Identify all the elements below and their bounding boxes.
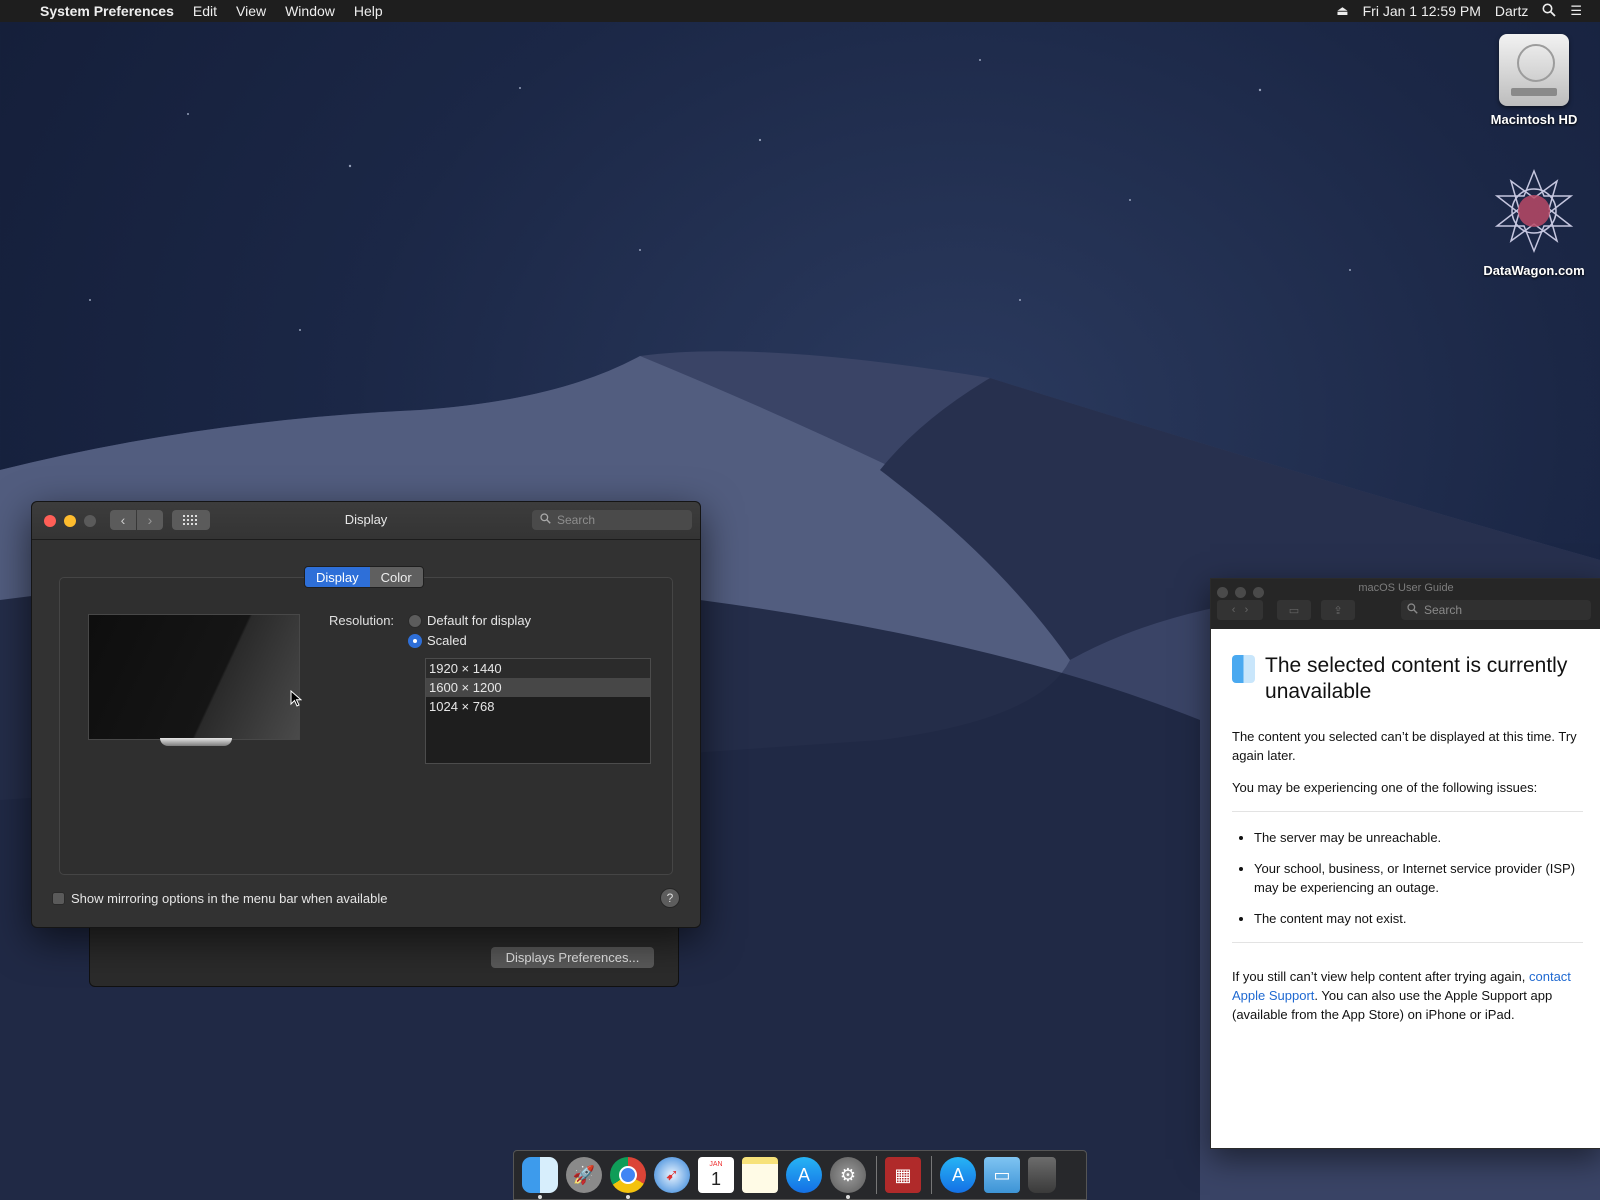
running-indicator xyxy=(538,1195,542,1199)
sidebar-toggle-button[interactable]: ▭ xyxy=(1277,600,1311,620)
desktop-icon-label: DataWagon.com xyxy=(1483,263,1585,278)
window-titlebar[interactable]: ‹ › Display Search xyxy=(32,502,700,540)
calendar-month: JAN xyxy=(709,1161,723,1168)
trash-icon[interactable] xyxy=(1028,1157,1056,1193)
resolution-list[interactable]: 1920 × 1440 1600 × 1200 1024 × 768 xyxy=(425,658,651,764)
chevron-left-icon: ‹ xyxy=(1231,604,1236,616)
resolution-option[interactable]: 1024 × 768 xyxy=(426,697,650,716)
radio-default-for-display[interactable]: Default for display xyxy=(408,613,531,628)
display-monitor-icon xyxy=(88,614,300,740)
app-store-icon[interactable]: A xyxy=(786,1157,822,1193)
menu-bar: System Preferences Edit View Window Help… xyxy=(0,0,1600,22)
radio-button[interactable] xyxy=(408,613,422,628)
help-content: The selected content is currently unavai… xyxy=(1211,629,1600,1024)
help-paragraph: The content you selected can’t be displa… xyxy=(1232,729,1577,763)
sidebar-icon: ▭ xyxy=(1288,604,1300,617)
spotlight-search-icon[interactable] xyxy=(1542,3,1556,20)
footer-text: If you still can’t view help content aft… xyxy=(1232,969,1529,984)
search-icon xyxy=(540,513,551,527)
resolution-label: Resolution: xyxy=(329,613,395,628)
menu-help[interactable]: Help xyxy=(354,3,383,19)
display-color-tabs: Display Color xyxy=(304,566,424,588)
help-footer: If you still can’t view help content aft… xyxy=(1232,967,1583,1024)
menu-app-name[interactable]: System Preferences xyxy=(40,3,174,19)
desktop-icon-label: Macintosh HD xyxy=(1490,112,1578,127)
hard-drive-icon xyxy=(1499,34,1569,106)
help-heading: The selected content is currently unavai… xyxy=(1265,654,1568,703)
monitor-stand xyxy=(160,738,232,746)
launchpad-icon[interactable]: 🚀 xyxy=(566,1157,602,1193)
tab-color[interactable]: Color xyxy=(369,567,423,587)
calendar-day: 1 xyxy=(710,1169,721,1189)
chevron-right-icon: › xyxy=(1244,604,1249,616)
menu-user[interactable]: Dartz xyxy=(1495,3,1528,19)
dock-separator xyxy=(931,1156,932,1194)
notification-center-icon[interactable]: ☰ xyxy=(1570,3,1582,19)
photo-booth-icon[interactable]: ▦ xyxy=(885,1157,921,1193)
desktop-icon-macintosh-hd[interactable]: Macintosh HD xyxy=(1474,34,1594,127)
search-icon xyxy=(1407,603,1418,617)
chrome-icon[interactable] xyxy=(610,1157,646,1199)
search-placeholder: Search xyxy=(1424,603,1463,617)
divider xyxy=(1232,942,1583,943)
divider xyxy=(1232,811,1583,812)
safari-icon[interactable]: ➹ xyxy=(654,1157,690,1193)
help-window-title: macOS User Guide xyxy=(1358,582,1454,594)
running-indicator xyxy=(626,1195,630,1199)
search-placeholder: Search xyxy=(557,513,596,527)
share-button[interactable]: ⇪ xyxy=(1321,600,1355,620)
mouse-cursor-icon xyxy=(290,690,302,707)
menu-clock[interactable]: Fri Jan 1 12:59 PM xyxy=(1363,3,1481,19)
help-viewer-window: macOS User Guide ‹ › ▭ ⇪ Search The sele… xyxy=(1210,578,1600,1149)
radio-scaled[interactable]: Scaled xyxy=(408,633,467,648)
finder-icon[interactable] xyxy=(522,1157,558,1199)
eject-icon[interactable]: ⏏ xyxy=(1336,3,1348,19)
help-paragraph: You may be experiencing one of the follo… xyxy=(1232,780,1538,795)
help-search-input[interactable]: Search xyxy=(1401,600,1591,620)
mirroring-checkbox[interactable] xyxy=(52,892,65,905)
list-item: The server may be unreachable. xyxy=(1254,828,1583,847)
issue-list: The server may be unreachable. Your scho… xyxy=(1232,828,1583,928)
calendar-icon[interactable]: JAN 1 xyxy=(698,1157,734,1193)
dock: 🚀 ➹ JAN 1 A ⚙ ▦ A ▭ xyxy=(513,1150,1087,1200)
display-preferences-window: ‹ › Display Search Display Color Resolut… xyxy=(31,501,701,928)
resolution-option[interactable]: 1920 × 1440 xyxy=(426,659,650,678)
notes-icon[interactable] xyxy=(742,1157,778,1193)
running-indicator xyxy=(846,1195,850,1199)
radio-label: Scaled xyxy=(427,633,467,648)
app-store-downloads-icon[interactable]: A xyxy=(940,1157,976,1193)
list-item: The content may not exist. xyxy=(1254,909,1583,928)
list-item: Your school, business, or Internet servi… xyxy=(1254,859,1583,897)
search-input[interactable]: Search xyxy=(532,510,692,530)
mirroring-option[interactable]: Show mirroring options in the menu bar w… xyxy=(52,891,388,906)
help-titlebar[interactable]: macOS User Guide ‹ › ▭ ⇪ Search xyxy=(1211,579,1600,629)
datawagon-icon xyxy=(1494,168,1574,254)
help-nav-buttons[interactable]: ‹ › xyxy=(1217,600,1263,620)
mirroring-label: Show mirroring options in the menu bar w… xyxy=(71,891,388,906)
resolution-option[interactable]: 1600 × 1200 xyxy=(426,678,650,697)
menu-window[interactable]: Window xyxy=(285,3,335,19)
radio-label: Default for display xyxy=(427,613,532,628)
finder-icon xyxy=(1232,655,1256,683)
share-icon: ⇪ xyxy=(1333,604,1343,617)
menu-edit[interactable]: Edit xyxy=(193,3,217,19)
menu-view[interactable]: View xyxy=(236,3,266,19)
system-preferences-icon[interactable]: ⚙ xyxy=(830,1157,866,1199)
displays-preferences-button[interactable]: Displays Preferences... xyxy=(491,947,654,968)
desktop-icon-datawagon[interactable]: DataWagon.com xyxy=(1474,166,1594,278)
help-button[interactable]: ? xyxy=(660,888,680,908)
dock-separator xyxy=(876,1156,877,1194)
radio-button[interactable] xyxy=(408,633,422,648)
tab-display[interactable]: Display xyxy=(305,567,370,587)
downloads-folder-icon[interactable]: ▭ xyxy=(984,1157,1020,1193)
